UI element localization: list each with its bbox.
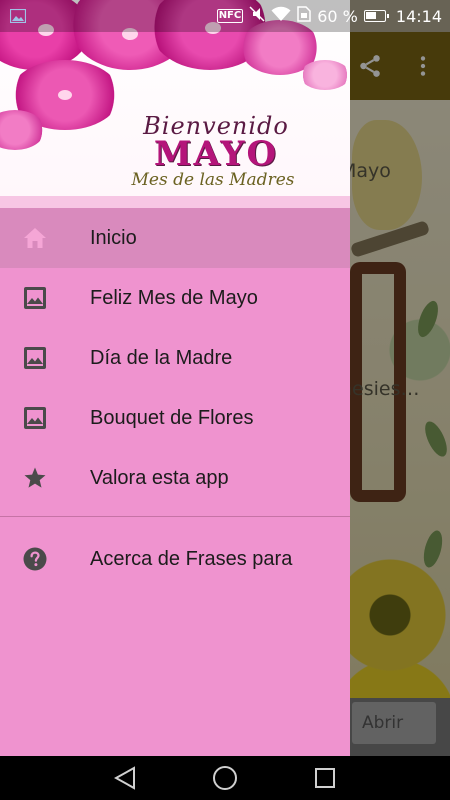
menu-item-inicio[interactable]: Inicio xyxy=(0,208,350,268)
status-icons: NFC 60 % 14:14 xyxy=(216,0,442,32)
clock: 14:14 xyxy=(395,6,442,26)
image-notification-icon xyxy=(9,8,27,24)
mute-icon xyxy=(249,6,265,26)
navigation-bar xyxy=(0,756,450,800)
sim-icon xyxy=(297,6,311,26)
nfc-icon: NFC xyxy=(216,9,244,23)
menu-divider xyxy=(0,516,350,517)
image-icon xyxy=(22,406,48,430)
battery-icon xyxy=(363,10,389,22)
image-icon xyxy=(22,346,48,370)
status-bar: NFC 60 % 14:14 xyxy=(0,0,450,32)
menu-item-acerca-de[interactable]: Acerca de Frases para xyxy=(0,529,350,589)
header-subtitle-text: Mes de las Madres xyxy=(131,170,295,190)
help-icon xyxy=(22,547,48,571)
menu-item-label: Bouquet de Flores xyxy=(90,406,254,429)
image-icon xyxy=(22,286,48,310)
star-icon xyxy=(22,466,48,490)
recents-icon[interactable] xyxy=(311,764,339,792)
home-circle-icon[interactable] xyxy=(211,764,239,792)
home-icon xyxy=(22,226,48,250)
drawer-menu: Inicio Feliz Mes de Mayo Día de la Madre… xyxy=(0,208,350,589)
menu-item-valora-esta-app[interactable]: Valora esta app xyxy=(0,448,350,508)
header-month-text: MAYO xyxy=(153,134,279,174)
header-border xyxy=(0,196,350,208)
back-icon[interactable] xyxy=(111,764,139,792)
battery-percent: 60 % xyxy=(317,6,358,26)
navigation-drawer: Bienvenido MAYO Mes de las Madres Inicio… xyxy=(0,0,350,756)
menu-item-dia-de-la-madre[interactable]: Día de la Madre xyxy=(0,328,350,388)
wifi-icon xyxy=(271,6,291,26)
menu-item-label: Feliz Mes de Mayo xyxy=(90,286,258,309)
menu-item-label: Día de la Madre xyxy=(90,346,233,369)
menu-item-label: Inicio xyxy=(90,226,137,249)
menu-item-feliz-mes-de-mayo[interactable]: Feliz Mes de Mayo xyxy=(0,268,350,328)
menu-item-label: Valora esta app xyxy=(90,466,229,489)
menu-item-label: Acerca de Frases para xyxy=(90,547,293,570)
menu-item-bouquet-de-flores[interactable]: Bouquet de Flores xyxy=(0,388,350,448)
